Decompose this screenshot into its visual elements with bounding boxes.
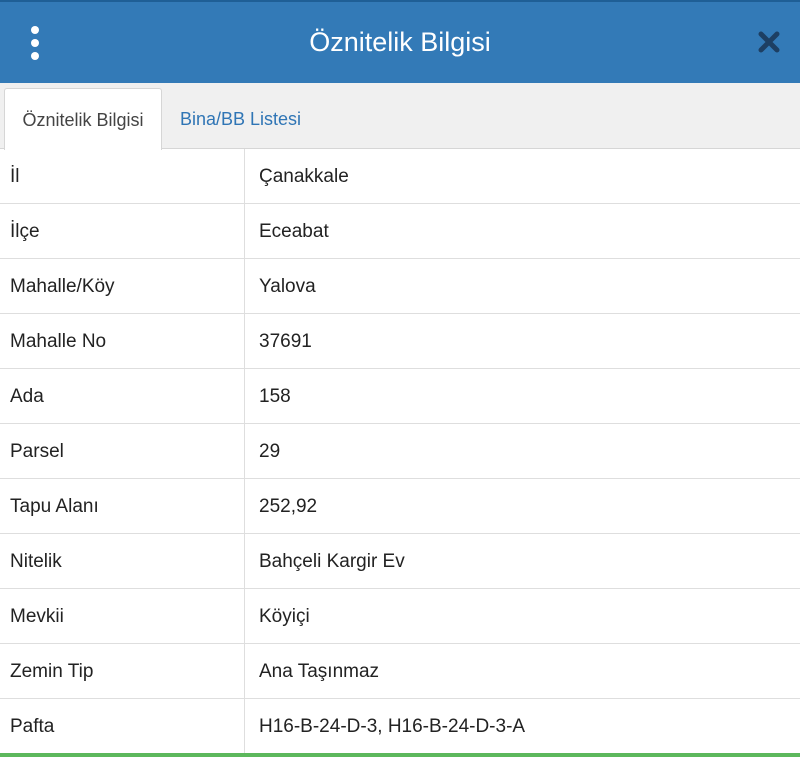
- table-row: Nitelik Bahçeli Kargir Ev: [0, 534, 800, 589]
- row-value: H16-B-24-D-3, H16-B-24-D-3-A: [259, 716, 526, 737]
- row-label: Zemin Tip: [0, 644, 245, 698]
- row-value: 252,92: [259, 496, 318, 517]
- row-label: İlçe: [0, 204, 245, 258]
- table-row: İl Çanakkale: [0, 149, 800, 204]
- tab-oznitelik-bilgisi[interactable]: Öznitelik Bilgisi: [4, 88, 162, 150]
- table-row: İlçe Eceabat: [0, 204, 800, 259]
- table-row: Mevkii Köyiçi: [0, 589, 800, 644]
- table-row: Mahalle/Köy Yalova: [0, 259, 800, 314]
- row-label: Mahalle No: [0, 314, 245, 368]
- row-value: Ana Taşınmaz: [259, 661, 380, 682]
- table-row: Parsel 29: [0, 424, 800, 479]
- row-value: Çanakkale: [259, 166, 349, 187]
- row-value: Köyiçi: [259, 606, 310, 627]
- table-row: Pafta H16-B-24-D-3, H16-B-24-D-3-A: [0, 699, 800, 754]
- row-value: Bahçeli Kargir Ev: [259, 551, 405, 572]
- row-value: Yalova: [259, 276, 316, 297]
- row-label: Parsel: [0, 424, 245, 478]
- row-label: İl: [0, 149, 245, 203]
- row-label: Mevkii: [0, 589, 245, 643]
- row-label: Tapu Alanı: [0, 479, 245, 533]
- table-row: Zemin Tip Ana Taşınmaz: [0, 644, 800, 699]
- close-icon[interactable]: [756, 29, 782, 55]
- row-value: Eceabat: [259, 221, 329, 242]
- row-label: Mahalle/Köy: [0, 259, 245, 313]
- row-label: Pafta: [0, 699, 245, 754]
- row-value: 29: [259, 441, 281, 462]
- table-row: Tapu Alanı 252,92: [0, 479, 800, 534]
- row-value: 37691: [259, 331, 312, 352]
- bottom-accent-line: [0, 753, 800, 757]
- dialog-title: Öznitelik Bilgisi: [309, 27, 491, 57]
- dialog-header: Öznitelik Bilgisi: [0, 0, 800, 83]
- tab-bina-bb-listesi[interactable]: Bina/BB Listesi: [180, 88, 301, 150]
- table-row: Ada 158: [0, 369, 800, 424]
- row-label: Nitelik: [0, 534, 245, 588]
- tab-bar: Öznitelik Bilgisi Bina/BB Listesi: [0, 83, 800, 150]
- table-row: Mahalle No 37691: [0, 314, 800, 369]
- row-value: 158: [259, 386, 291, 407]
- row-label: Ada: [0, 369, 245, 423]
- attribute-table: İl Çanakkale İlçe Eceabat Mahalle/Köy Ya…: [0, 149, 800, 754]
